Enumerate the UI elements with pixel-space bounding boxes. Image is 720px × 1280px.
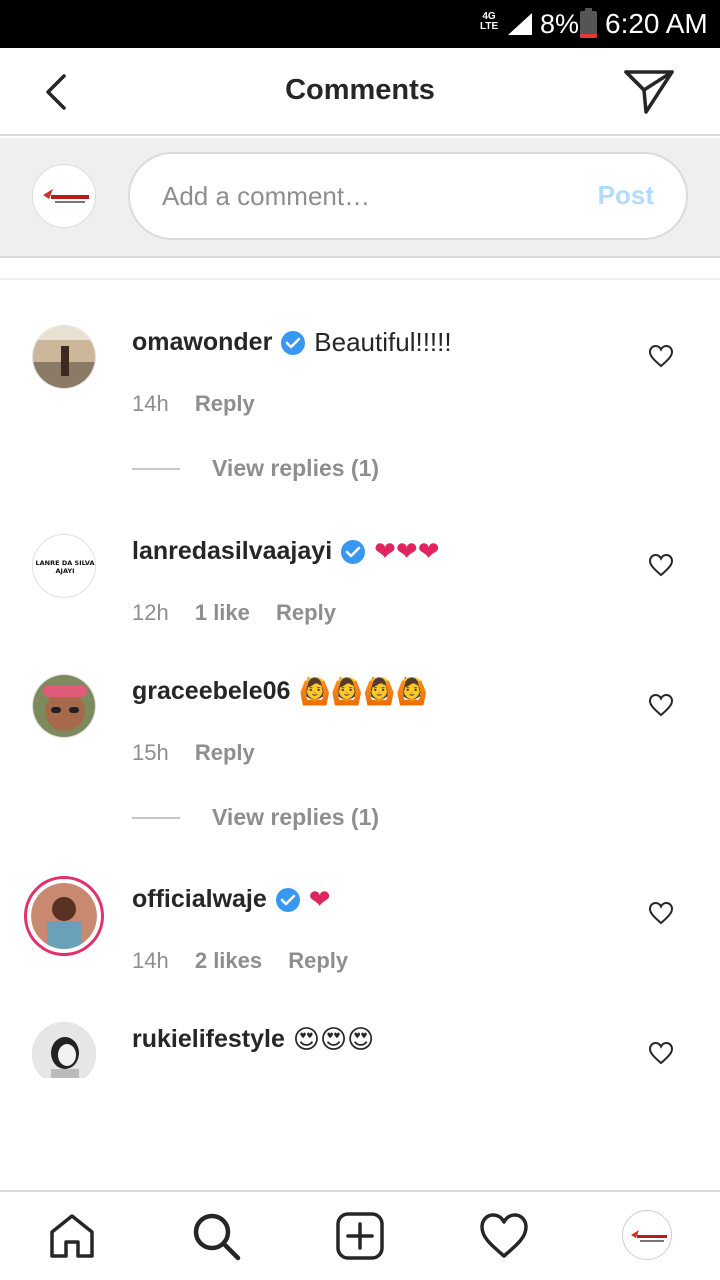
comment-text: ❤❤❤ xyxy=(374,536,440,566)
signal-icon xyxy=(508,13,532,35)
comment-username[interactable]: lanredasilvaajayi ❤❤❤ xyxy=(132,536,440,567)
replies-line xyxy=(132,817,180,819)
like-heart-icon[interactable] xyxy=(648,553,674,577)
search-icon[interactable] xyxy=(190,1210,242,1262)
comment-username[interactable]: rukielifestyle 😍😍😍 xyxy=(132,1024,374,1055)
like-heart-icon[interactable] xyxy=(648,344,674,368)
activity-heart-icon[interactable] xyxy=(478,1210,530,1262)
verified-badge-icon xyxy=(281,330,306,355)
avatar-text: LANRE DA SILVA xyxy=(36,559,95,567)
like-heart-icon[interactable] xyxy=(648,693,674,717)
comment-username[interactable]: omawonder Beautiful!!!!! xyxy=(132,327,452,358)
status-bar: 4G LTE 8% 6:20 AM xyxy=(0,0,720,48)
username-text[interactable]: lanredasilvaajayi xyxy=(132,537,332,566)
battery-icon xyxy=(580,8,597,38)
add-post-icon[interactable] xyxy=(334,1210,386,1262)
comment-meta: 14h Reply xyxy=(132,391,275,417)
page-title: Comments xyxy=(285,74,435,106)
view-replies-button[interactable]: View replies (1) xyxy=(132,804,432,834)
comment-time: 15h xyxy=(132,740,169,765)
reply-button[interactable]: Reply xyxy=(276,600,336,625)
battery-percent: 8% xyxy=(540,9,580,39)
avatar-story-ring[interactable] xyxy=(24,876,104,956)
svg-text:AJAYI: AJAYI xyxy=(56,567,75,575)
avatar[interactable]: LANRE DA SILVA AJAYI xyxy=(32,534,96,598)
username-text[interactable]: officialwaje xyxy=(132,885,267,914)
comment-meta: 14h 2 likes Reply xyxy=(132,948,368,974)
bottom-navigation xyxy=(0,1190,720,1280)
home-icon[interactable] xyxy=(46,1210,98,1262)
comment-input-container: Post xyxy=(128,152,688,240)
likes-count[interactable]: 2 likes xyxy=(195,948,262,973)
avatar[interactable] xyxy=(32,674,96,738)
replies-line xyxy=(132,468,180,470)
comment-text: 😍😍😍 xyxy=(292,1024,375,1054)
view-replies-label[interactable]: View replies (1) xyxy=(212,455,379,482)
direct-share-icon[interactable] xyxy=(620,66,676,118)
comment-meta: 15h Reply xyxy=(132,740,275,766)
likes-count[interactable]: 1 like xyxy=(195,600,250,625)
reply-button[interactable]: Reply xyxy=(195,740,255,765)
comments-list: omawonder Beautiful!!!!! 14h Reply View … xyxy=(0,280,720,1078)
comment-text: ❤ xyxy=(308,884,331,914)
profile-avatar[interactable] xyxy=(622,1210,672,1260)
view-replies-label[interactable]: View replies (1) xyxy=(212,804,379,831)
comment-text: 🙆🙆🙆🙆 xyxy=(298,676,428,706)
view-replies-button[interactable]: View replies (1) xyxy=(132,455,432,485)
network-indicator: 4G LTE xyxy=(480,11,499,32)
avatar[interactable] xyxy=(32,1022,96,1078)
comment-composer: Post xyxy=(0,138,720,258)
like-heart-icon[interactable] xyxy=(648,901,674,925)
verified-badge-icon xyxy=(275,887,300,912)
clock: 6:20 AM xyxy=(605,8,708,39)
comment-meta: 12h 1 like Reply xyxy=(132,600,356,626)
avatar[interactable] xyxy=(32,325,96,389)
post-button[interactable]: Post xyxy=(598,180,654,211)
verified-badge-icon xyxy=(341,539,366,564)
app-header: Comments xyxy=(0,48,720,136)
comment-username[interactable]: graceebele06 🙆🙆🙆🙆 xyxy=(132,676,428,707)
like-heart-icon[interactable] xyxy=(648,1041,674,1065)
comment-text: Beautiful!!!!! xyxy=(314,327,452,357)
current-user-avatar xyxy=(32,164,96,228)
reply-button[interactable]: Reply xyxy=(195,391,255,416)
username-text[interactable]: omawonder xyxy=(132,328,272,357)
comment-time: 14h xyxy=(132,391,169,416)
comment-username[interactable]: officialwaje ❤ xyxy=(132,884,331,915)
comment-time: 14h xyxy=(132,948,169,973)
comment-input[interactable] xyxy=(162,174,562,218)
username-text[interactable]: graceebele06 xyxy=(132,677,290,706)
reply-button[interactable]: Reply xyxy=(288,948,348,973)
username-text[interactable]: rukielifestyle xyxy=(132,1025,285,1054)
comment-time: 12h xyxy=(132,600,169,625)
